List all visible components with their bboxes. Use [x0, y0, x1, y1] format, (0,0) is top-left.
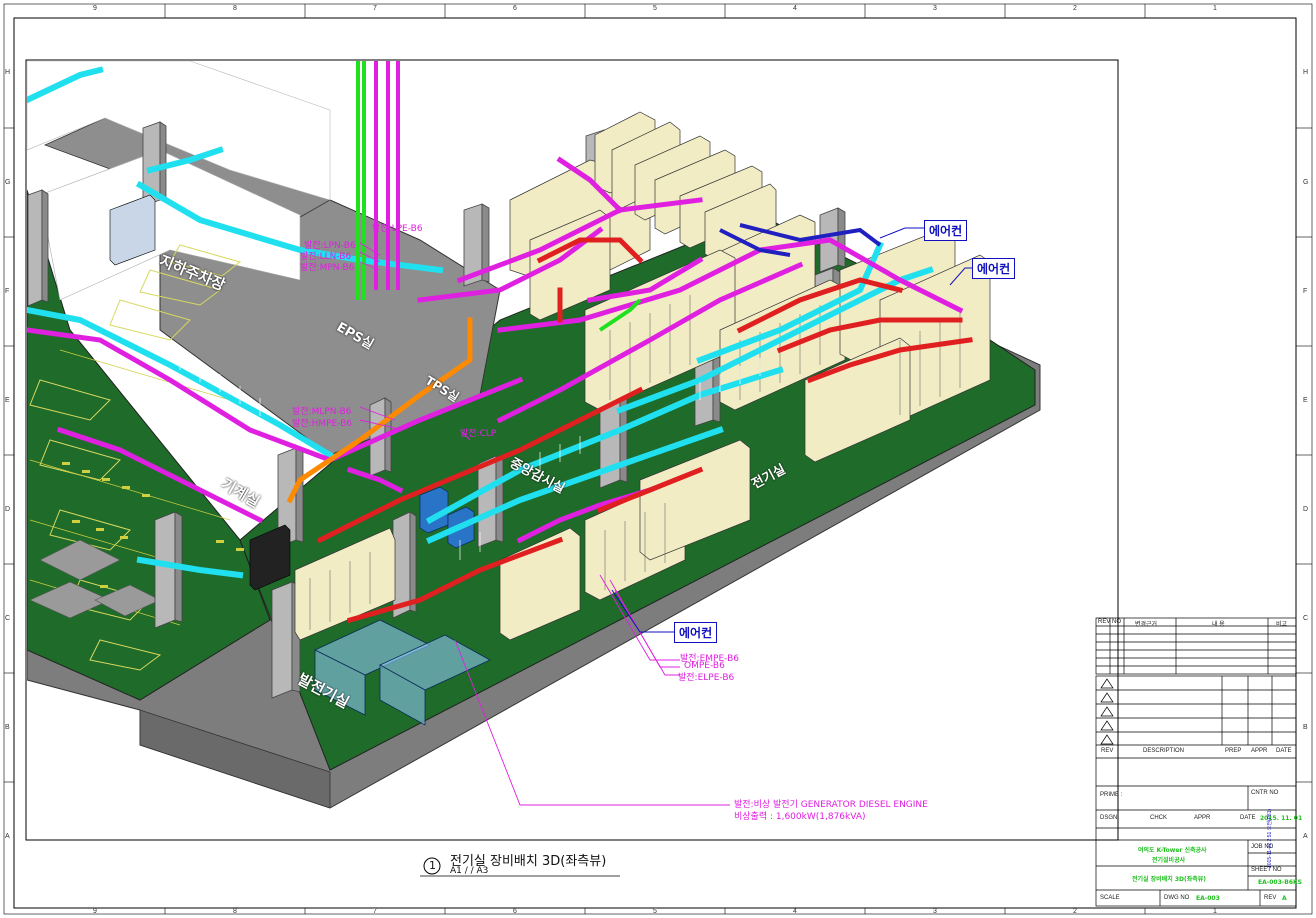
tb-chck: CHCK	[1150, 815, 1168, 821]
grid-col-9: 9	[93, 5, 97, 12]
grid-col-7: 7	[373, 5, 377, 12]
grid-row-b: B	[5, 724, 10, 731]
grid-col-2: 2	[1073, 5, 1077, 12]
tb-cntr-no: CNTR NO	[1251, 790, 1279, 796]
tag-generator-line2: 비상출력 : 1,600kW(1,876kVA)	[734, 812, 866, 822]
grid-col-8: 8	[233, 5, 237, 12]
tb-prep: PREP	[1225, 748, 1242, 754]
grid-row-e-right: E	[1303, 397, 1308, 404]
drawing-sheet: 9 8 7 6 5 4 3 2 1 9 8 7 6 5 4 3 2 1 H G …	[0, 0, 1316, 918]
grid-col-3-bottom: 3	[933, 908, 937, 915]
tb-date: DATE	[1276, 748, 1292, 754]
tb-sheet-no-value: EA-003-B6KS	[1258, 879, 1302, 886]
tb-dwg-no-value: EA-003	[1196, 895, 1220, 902]
grid-row-c: C	[5, 615, 11, 622]
tb-appr: APPR	[1251, 748, 1268, 754]
tb-rev-value: A	[1282, 895, 1287, 902]
rev-header-basis: 변경근거	[1135, 622, 1158, 628]
tb-prime: PRIME :	[1100, 792, 1123, 798]
grid-row-g-right: G	[1303, 179, 1309, 186]
rev-header-rev: REV	[1098, 619, 1111, 625]
grid-row-e: E	[5, 397, 10, 404]
grid-row-h: H	[5, 69, 11, 76]
grid-col-5-bottom: 5	[653, 908, 657, 915]
rev-header-no: NO	[1112, 619, 1121, 625]
tb-project-line1: 여의도 K-Tower 신축공사	[1138, 847, 1207, 854]
tag-lpe: 발전:LPE-B6	[372, 224, 423, 234]
aircon-callout-3: 에어컨	[674, 622, 718, 643]
grid-col-2-bottom: 2	[1073, 908, 1077, 915]
grid-col-3: 3	[933, 5, 937, 12]
tb-date2: DATE	[1240, 815, 1256, 821]
grid-col-6: 6	[513, 5, 517, 12]
tb-scale: SCALE	[1100, 895, 1120, 901]
grid-row-f: F	[5, 288, 10, 295]
tb-appr2: APPR	[1194, 815, 1211, 821]
grid-col-4-bottom: 4	[793, 908, 797, 915]
grid-col-4: 4	[793, 5, 797, 12]
grid-col-1-bottom: 1	[1213, 908, 1217, 915]
grid-col-8-bottom: 8	[233, 908, 237, 915]
tb-dsgn: DSGN	[1100, 815, 1118, 821]
rev-header-content: 내 용	[1212, 622, 1225, 628]
grid-row-g: G	[5, 179, 11, 186]
tb-dwg-no: DWG NO	[1164, 895, 1190, 901]
tb-project-line2: 전기설비공사	[1152, 857, 1186, 864]
grid-col-7-bottom: 7	[373, 908, 377, 915]
grid-col-6-bottom: 6	[513, 908, 517, 915]
grid-col-9-bottom: 9	[93, 908, 97, 915]
tb-sheet-title: 전기실 장비배치 3D(좌측뷰)	[1132, 876, 1207, 883]
grid-row-b-right: B	[1303, 724, 1308, 731]
grid-row-a-right: A	[1303, 833, 1308, 840]
aircon-callout-1: 에어컨	[924, 220, 968, 241]
aircon-callout-2: 에어컨	[972, 258, 1016, 279]
rev-header-note: 비고	[1276, 622, 1288, 628]
grid-row-f-right: F	[1303, 288, 1308, 295]
grid-row-d: D	[5, 506, 11, 513]
tag-hmpe: 발전:HMPE-B6	[292, 419, 353, 429]
grid-row-c-right: C	[1303, 615, 1309, 622]
tb-rev2: REV	[1264, 895, 1277, 901]
drawing-canvas	[3, 3, 1313, 915]
tb-rev: REV	[1101, 748, 1114, 754]
drawing-scale: A1 / / A3	[450, 866, 489, 876]
tb-side-stamp: 2015-11-02 2:51 오전(P81)	[1267, 808, 1273, 868]
grid-row-a: A	[5, 833, 10, 840]
tag-elpe: 발전:ELPE-B6	[678, 673, 735, 683]
grid-row-h-right: H	[1303, 69, 1309, 76]
tb-description: DESCRIPTION	[1143, 748, 1185, 754]
grid-col-5: 5	[653, 5, 657, 12]
drawing-number: 1	[429, 859, 436, 872]
tag-mpn: 발전:MPN-B6	[300, 263, 355, 273]
grid-row-d-right: D	[1303, 506, 1309, 513]
grid-col-1: 1	[1213, 5, 1217, 12]
tag-clp: 발전:CLP	[460, 429, 497, 439]
